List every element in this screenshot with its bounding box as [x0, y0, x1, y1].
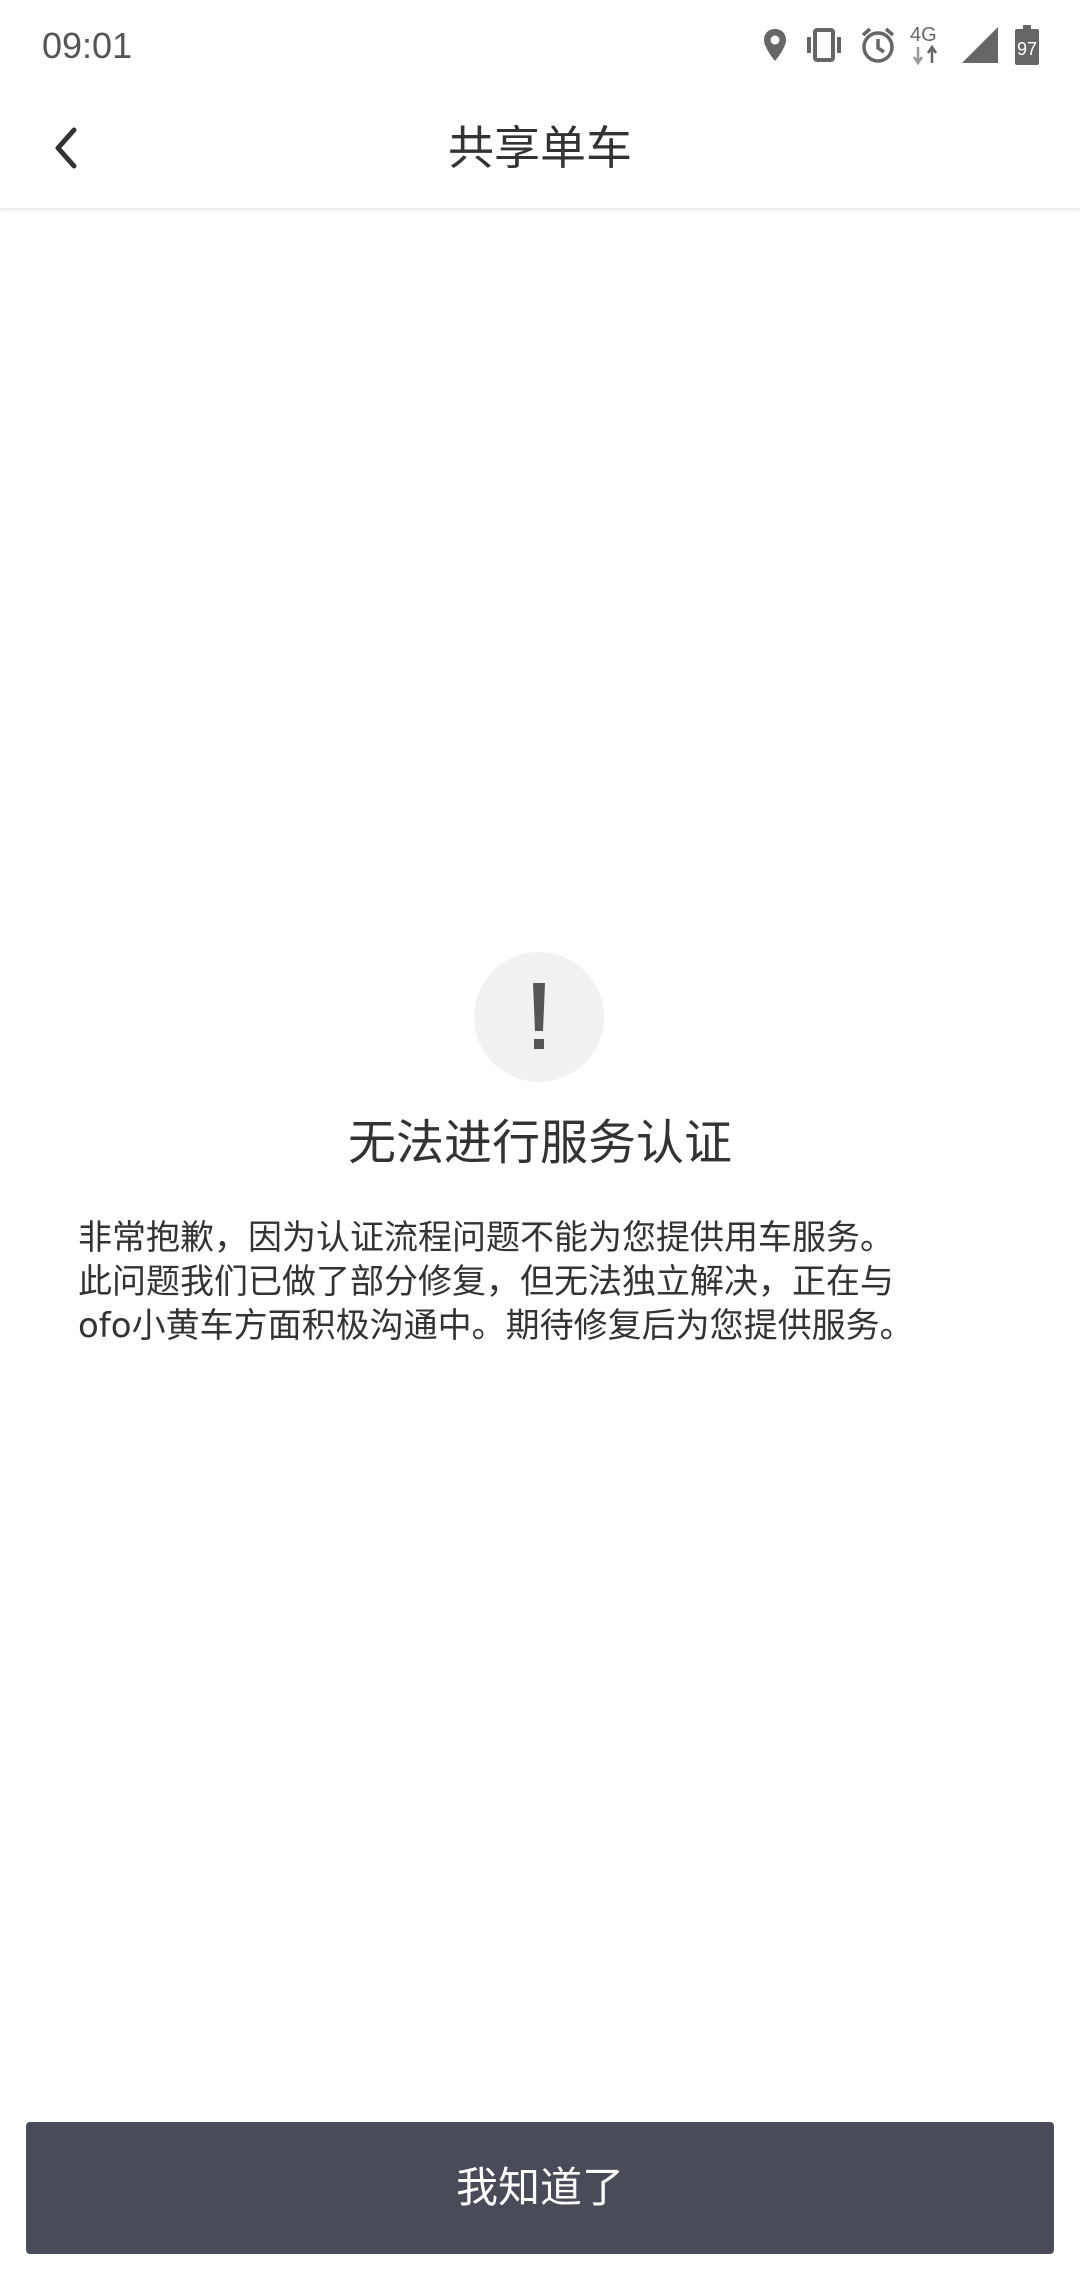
status-icons: 4G 97: [760, 20, 1040, 70]
status-time: 09:01: [42, 25, 133, 66]
exclamation-icon: [533, 983, 545, 1049]
battery-icon: 97: [1014, 23, 1040, 67]
location-icon: [760, 23, 790, 67]
nav-bar: 共享单车: [0, 92, 1080, 210]
network-4g-icon: 4G: [910, 23, 946, 67]
alert-icon-circle: [474, 952, 604, 1082]
battery-level: 97: [1016, 39, 1038, 59]
signal-icon: [958, 23, 1002, 67]
status-bar: 09:01 4G 97: [0, 0, 1080, 92]
alarm-icon: [858, 23, 898, 67]
error-title: 无法进行服务认证: [347, 1115, 732, 1171]
page-title: 共享单车: [448, 121, 632, 175]
error-message: 非常抱歉，因为认证流程问题不能为您提供用车服务。 此问题我们已做了部分修复，但无…: [78, 1218, 914, 1346]
vibrate-icon: [802, 23, 846, 67]
confirm-button[interactable]: 我知道了: [26, 2122, 1054, 2254]
